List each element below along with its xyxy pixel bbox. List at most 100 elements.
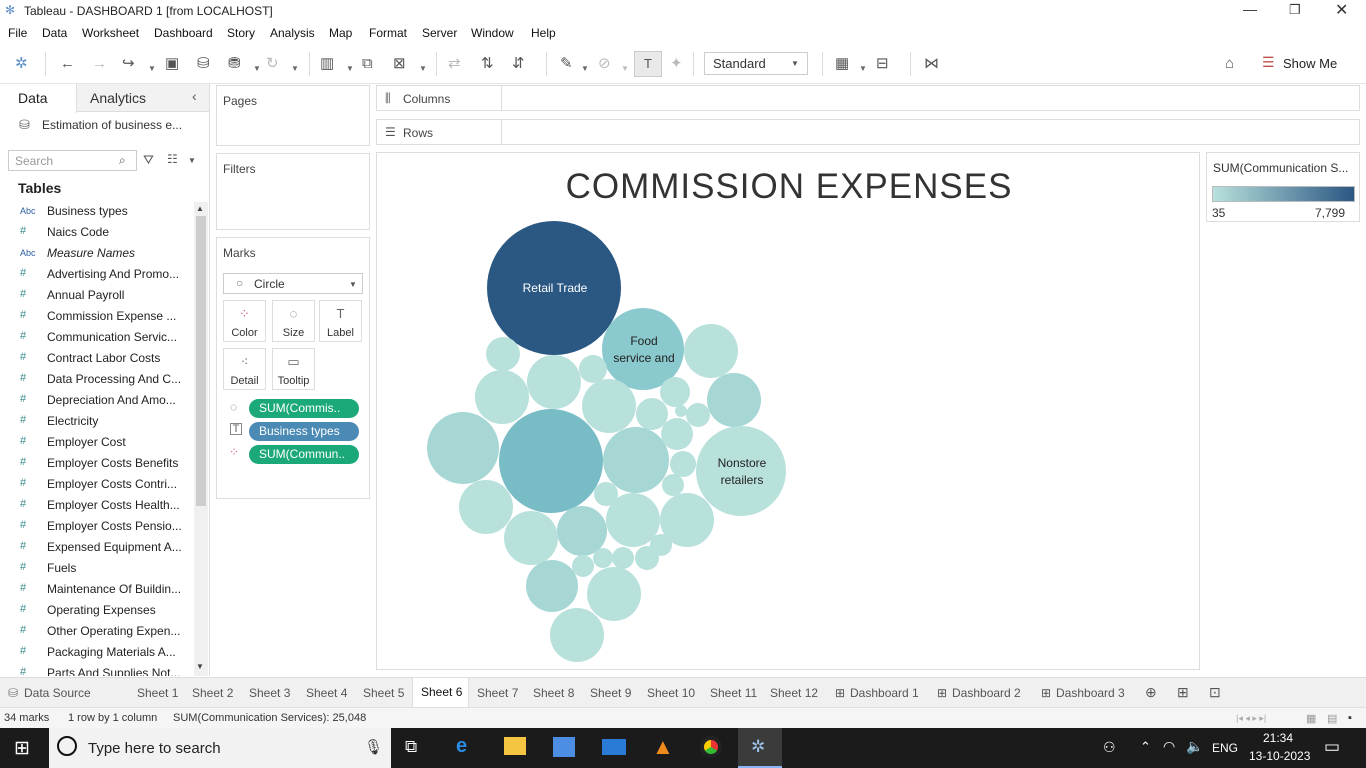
field-item[interactable]: # Employer Costs Pensio... <box>0 516 192 537</box>
fix-axes-icon[interactable]: ✦ <box>670 54 683 74</box>
label-pill[interactable]: Business types <box>249 422 359 441</box>
bubble-mark[interactable] <box>582 379 636 433</box>
file-explorer-icon[interactable] <box>504 737 526 755</box>
new-story-icon[interactable]: ⊡ <box>1209 684 1221 701</box>
sheet-nav-icon[interactable]: |◂ ◂ ▸ ▸| <box>1236 713 1266 724</box>
bubble-mark[interactable] <box>572 555 594 577</box>
tab-sheet-5[interactable]: Sheet 5 <box>363 686 404 700</box>
bubble-mark[interactable] <box>550 608 604 662</box>
field-item[interactable]: # Maintenance Of Buildin... <box>0 579 192 600</box>
bubble-mark[interactable] <box>499 409 603 513</box>
field-item[interactable]: # Operating Expenses <box>0 600 192 621</box>
field-item[interactable]: Abc Measure Names <box>0 243 192 264</box>
label-button[interactable]: T Label <box>319 300 362 342</box>
field-item[interactable]: # Employer Costs Contri... <box>0 474 192 495</box>
scrollbar[interactable]: ▲ ▼ <box>194 202 208 676</box>
save-icon[interactable]: ▣ <box>165 54 179 74</box>
view-options-icon[interactable]: ☷ <box>167 152 178 166</box>
columns-shelf[interactable]: ⫼ Columns <box>376 85 1360 111</box>
notifications-icon[interactable]: ▭ <box>1324 737 1340 757</box>
filmstrip-view-icon[interactable]: ▤ <box>1327 712 1337 725</box>
field-item[interactable]: # Advertising And Promo... <box>0 264 192 285</box>
rows-shelf[interactable]: ☰ Rows <box>376 119 1360 145</box>
pages-card[interactable]: Pages <box>216 85 370 146</box>
new-worksheet-icon[interactable]: ⊕ <box>1145 684 1157 701</box>
restore-button[interactable]: ❐ <box>1289 2 1301 18</box>
clock-date[interactable]: 13-10-2023 <box>1249 749 1310 763</box>
tab-sheet-6[interactable]: Sheet 6 <box>412 678 469 708</box>
replay-icon[interactable]: ↪ <box>122 54 135 74</box>
mark-type-dropdown[interactable]: ○ Circle ▼ <box>223 273 363 294</box>
filter-icon[interactable]: ⛛ <box>143 152 154 168</box>
tab-sheet-2[interactable]: Sheet 2 <box>192 686 233 700</box>
field-item[interactable]: # Employer Costs Benefits <box>0 453 192 474</box>
chrome-icon[interactable] <box>700 736 722 758</box>
undo-icon[interactable]: ← <box>60 54 75 74</box>
people-icon[interactable]: ⚇ <box>1103 739 1116 756</box>
taskbar-search[interactable]: Type here to search 🎙 <box>49 728 391 768</box>
mail-icon[interactable] <box>602 739 626 755</box>
show-labels-icon[interactable]: T <box>634 51 662 77</box>
microphone-icon[interactable]: 🎙 <box>364 738 383 756</box>
bubble-mark[interactable] <box>593 548 613 568</box>
clock-time[interactable]: 21:34 <box>1263 731 1293 745</box>
volume-icon[interactable]: 🔈 <box>1186 738 1203 755</box>
tab-sheet-11[interactable]: Sheet 11 <box>710 686 757 700</box>
format-painter-icon[interactable]: ⌂ <box>1225 54 1234 74</box>
menu-analysis[interactable]: Analysis <box>270 26 315 40</box>
bubble-mark[interactable] <box>427 412 499 484</box>
bubble-mark[interactable] <box>661 418 693 450</box>
highlight-icon[interactable]: ✎ <box>560 54 573 74</box>
bubble-mark[interactable] <box>686 403 710 427</box>
swap-icon[interactable]: ⇄ <box>448 54 461 74</box>
tab-dashboard-2[interactable]: Dashboard 2 <box>952 686 1021 700</box>
bubble-mark[interactable] <box>612 547 634 569</box>
tab-dashboard-1[interactable]: Dashboard 1 <box>850 686 919 700</box>
tab-sheet-7[interactable]: Sheet 7 <box>477 686 518 700</box>
bubble-mark[interactable] <box>675 405 687 417</box>
language-indicator[interactable]: ENG <box>1212 741 1238 755</box>
bubble-mark[interactable] <box>526 560 578 612</box>
chevron-down-icon[interactable]: ▼ <box>291 59 299 79</box>
duplicate-sheet-icon[interactable]: ⧉ <box>362 54 373 74</box>
group-icon[interactable]: ⊘ <box>598 54 611 74</box>
chevron-down-icon[interactable]: ▼ <box>581 59 589 79</box>
sort-descending-icon[interactable]: ⇵ <box>512 54 525 74</box>
tab-sheet-12[interactable]: Sheet 12 <box>770 686 818 700</box>
tab-sheet-10[interactable]: Sheet 10 <box>647 686 695 700</box>
show-cards-icon[interactable]: ▦ <box>835 54 849 74</box>
tab-sheet-3[interactable]: Sheet 3 <box>249 686 290 700</box>
collapse-pane-icon[interactable]: ‹ <box>192 88 197 104</box>
menu-server[interactable]: Server <box>422 26 457 40</box>
tableau-taskbar-button[interactable]: ✲ <box>738 728 782 768</box>
tab-sheet-8[interactable]: Sheet 8 <box>533 686 574 700</box>
bubble-mark[interactable] <box>662 474 684 496</box>
bubble-mark[interactable] <box>557 506 607 556</box>
wifi-icon[interactable]: ◠ <box>1163 738 1175 755</box>
size-pill[interactable]: SUM(Commis.. <box>249 399 359 418</box>
chevron-up-icon[interactable]: ⌃ <box>1140 739 1151 755</box>
grid-view-icon[interactable]: ▦ <box>1306 712 1316 725</box>
bubble-mark[interactable] <box>636 398 668 430</box>
field-item[interactable]: # Employer Cost <box>0 432 192 453</box>
task-view-icon[interactable]: ⧉ <box>405 737 417 757</box>
chevron-down-icon[interactable]: ▼ <box>148 59 156 79</box>
tab-analytics[interactable]: Analytics <box>90 90 146 106</box>
tab-data[interactable]: Data <box>0 84 77 113</box>
menu-file[interactable]: File <box>8 26 27 40</box>
close-button[interactable]: ✕ <box>1335 0 1348 20</box>
bubble-mark[interactable] <box>504 511 558 565</box>
detail-button[interactable]: ⁖ Detail <box>223 348 266 390</box>
color-legend[interactable]: SUM(Communication S... 35 7,799 <box>1206 152 1360 222</box>
new-dashboard-icon[interactable]: ⊞ <box>1177 684 1189 701</box>
bubble-mark[interactable] <box>486 337 520 371</box>
bubble-mark[interactable] <box>684 324 738 378</box>
bubble-mark[interactable] <box>527 355 581 409</box>
menu-data[interactable]: Data <box>42 26 67 40</box>
field-item[interactable]: # Other Operating Expen... <box>0 621 192 642</box>
field-item[interactable]: # Packaging Materials A... <box>0 642 192 663</box>
field-item[interactable]: # Employer Costs Health... <box>0 495 192 516</box>
field-item[interactable]: # Communication Servic... <box>0 327 192 348</box>
fit-dropdown[interactable]: Standard ▼ <box>704 52 808 75</box>
field-item[interactable]: # Parts And Supplies Not... <box>0 663 192 676</box>
